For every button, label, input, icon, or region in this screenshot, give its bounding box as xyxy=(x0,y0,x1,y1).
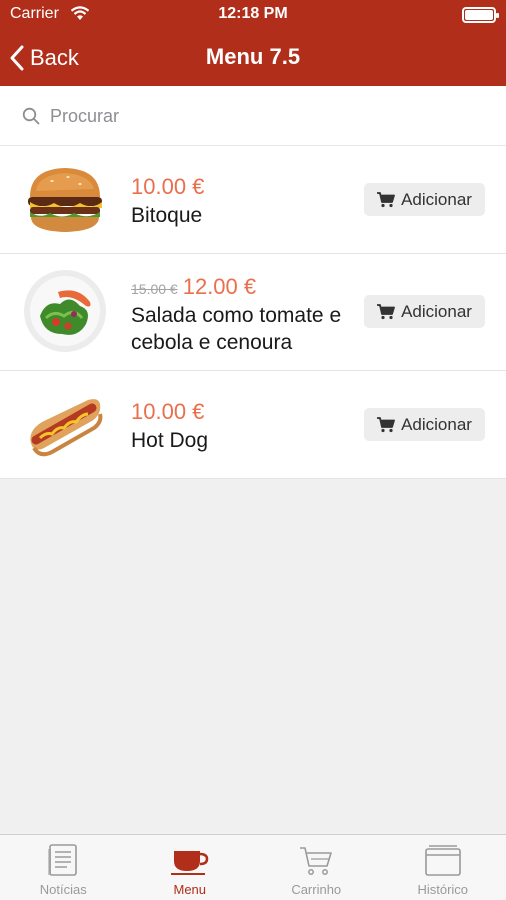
burger-image xyxy=(28,168,102,232)
item-name: Hot Dog xyxy=(131,429,209,452)
status-bar: Carrier 12:18 PM xyxy=(0,0,506,30)
add-to-cart-button[interactable]: Adicionar xyxy=(364,295,485,328)
tab-bar: Notícias Menu Carrinho Histórico xyxy=(0,834,506,900)
add-to-cart-button[interactable]: Adicionar xyxy=(364,408,485,441)
add-to-cart-button[interactable]: Adicionar xyxy=(364,183,485,216)
search-bar xyxy=(0,86,506,146)
cart-icon xyxy=(377,416,395,432)
salad-image xyxy=(24,270,106,352)
item-name: Bitoque xyxy=(131,204,203,227)
price-row: 15.00 € 12.00 € xyxy=(131,274,256,300)
item-price: 10.00 € xyxy=(131,399,205,424)
list-item[interactable]: 15.00 € 12.00 € Salada como tomate e ceb… xyxy=(0,254,506,371)
search-icon xyxy=(22,107,40,125)
tab-label: Notícias xyxy=(39,882,87,897)
newspaper-icon xyxy=(48,844,78,876)
item-name: Salada como tomate e cebola e cenoura xyxy=(131,304,342,354)
clock: 12:18 PM xyxy=(218,5,288,22)
list-item[interactable]: 10.00 € Hot Dog Adicionar xyxy=(0,371,506,479)
cart-icon xyxy=(377,191,395,207)
add-button-label: Adicionar xyxy=(401,189,472,209)
add-button-label: Adicionar xyxy=(401,301,472,321)
hotdog-image xyxy=(30,399,103,457)
search-input[interactable] xyxy=(50,100,470,132)
archive-icon xyxy=(424,845,461,876)
tab-noticias[interactable]: Notícias xyxy=(0,835,127,900)
menu-list: 10.00 € Bitoque Adicionar 15.00 € 12.00 … xyxy=(0,146,506,479)
price-row: 10.00 € xyxy=(131,399,204,425)
cart-icon xyxy=(377,303,395,319)
list-item[interactable]: 10.00 € Bitoque Adicionar xyxy=(0,146,506,254)
tab-historico[interactable]: Histórico xyxy=(380,835,506,900)
tab-menu[interactable]: Menu xyxy=(127,835,254,900)
tab-label: Carrinho xyxy=(291,882,342,897)
page-title: Menu 7.5 xyxy=(205,44,301,69)
price-row: 10.00 € xyxy=(131,174,204,200)
cart-icon xyxy=(300,847,333,875)
battery-icon xyxy=(462,7,499,23)
navigation-bar: Back Menu 7.5 xyxy=(0,30,506,86)
tab-carrinho[interactable]: Carrinho xyxy=(253,835,380,900)
add-button-label: Adicionar xyxy=(401,414,472,434)
item-old-price: 15.00 € xyxy=(131,281,178,297)
item-price: 10.00 € xyxy=(131,174,205,199)
item-price: 12.00 € xyxy=(182,274,257,299)
tab-label: Histórico xyxy=(417,882,469,897)
cup-icon xyxy=(170,851,209,875)
tab-label: Menu xyxy=(173,882,207,897)
